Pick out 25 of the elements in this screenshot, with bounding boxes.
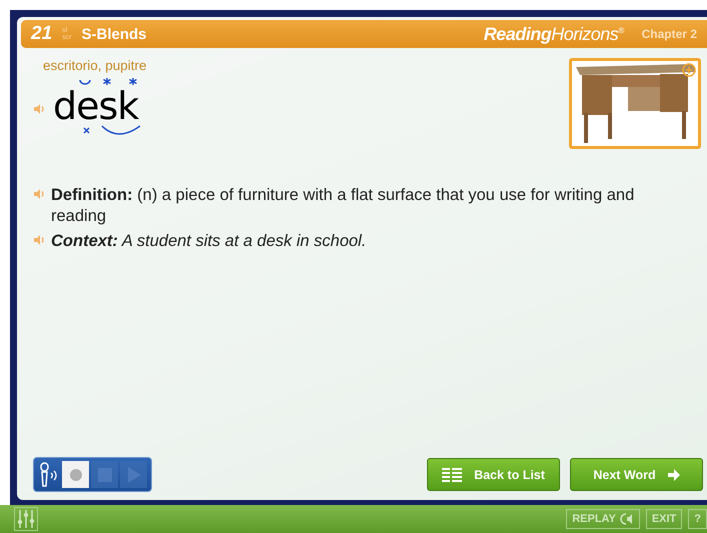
next-word-button[interactable]: Next Word: [570, 458, 703, 491]
record-icon: [68, 468, 82, 482]
entry-text: Context: A student sits at a desk in school.: [51, 231, 366, 252]
lesson-number: 21: [31, 23, 52, 45]
translation-text: escritorio, pupitre: [43, 58, 147, 73]
entry-text: Definition: (n) a piece of furniture with a flat surface that you use for writing and reading: [51, 185, 636, 227]
speaker-icon[interactable]: [33, 188, 45, 200]
replay-button[interactable]: REPLAY: [566, 509, 640, 529]
replay-icon: [620, 513, 634, 525]
speaker-icon[interactable]: [33, 102, 45, 114]
zoom-icon[interactable]: [682, 63, 696, 77]
exit-button[interactable]: EXIT: [646, 509, 682, 529]
brand-logo: ReadingHorizons$^{®}$: [484, 24, 624, 44]
back-to-list-button[interactable]: Back to List: [427, 458, 560, 491]
chapter-label: Chapter 2: [642, 27, 697, 41]
stop-icon: [98, 468, 112, 482]
lesson-title: S-Blends: [81, 26, 148, 42]
vocabulary-word: desk: [53, 87, 138, 125]
sliders-icon[interactable]: [14, 507, 38, 531]
record-button[interactable]: [62, 461, 89, 488]
speaker-icon[interactable]: [33, 234, 45, 246]
arrow-right-icon: [668, 468, 680, 480]
list-icon: [442, 468, 462, 482]
help-button[interactable]: ?: [688, 509, 707, 529]
play-icon: [126, 466, 140, 482]
